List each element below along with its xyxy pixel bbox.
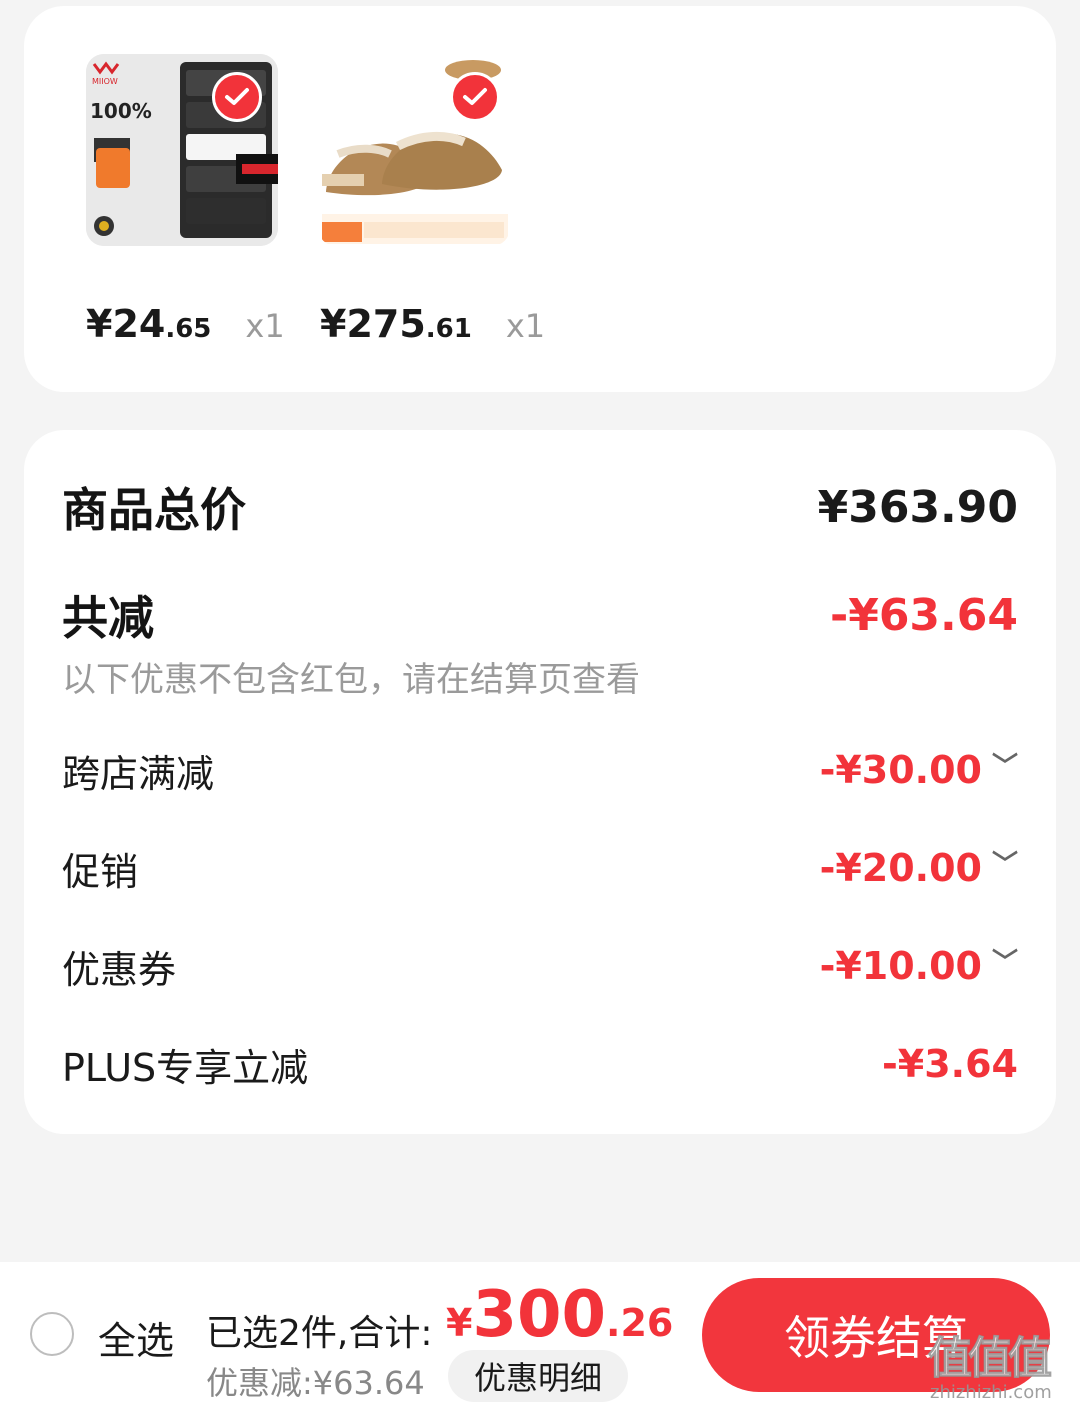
total-currency: ¥ <box>446 1301 473 1345</box>
discount-row-coupon[interactable]: 优惠券 -¥10.00 ﹀ <box>62 938 1018 994</box>
product-price-row: ¥24 .65 x1 <box>86 302 285 346</box>
discount-value: -¥3.64 <box>882 1042 1018 1086</box>
discount-label: PLUS专享立减 <box>62 1045 309 1090</box>
reduction-value: -¥63.64 <box>829 589 1018 641</box>
discount-row-promotion[interactable]: 促销 -¥20.00 ﹀ <box>62 840 1018 896</box>
watermark-url: zhizhizhi.com <box>930 1382 1052 1403</box>
discount-value: -¥10.00 <box>819 944 982 988</box>
total-price-label: 商品总价 <box>62 483 246 537</box>
product-selected-check[interactable] <box>450 72 500 122</box>
discount-total-line: 优惠减:¥63.64 <box>206 1364 425 1402</box>
discount-detail-button[interactable]: 优惠明细 <box>448 1350 628 1402</box>
product-price-row: ¥275 .61 x1 <box>320 302 545 346</box>
discount-note: 以下优惠不包含红包，请在结算页查看 <box>62 660 640 700</box>
product-image-socks[interactable]: MIIOW 100% <box>86 54 278 246</box>
product-selected-check[interactable] <box>212 72 262 122</box>
product-price: ¥24 <box>86 302 166 346</box>
total-price-value: ¥363.90 <box>817 481 1018 533</box>
total-decimal: .26 <box>606 1301 674 1345</box>
checkout-bar: 全选 已选2件,合计: ¥ 300 .26 优惠减:¥63.64 优惠明细 领券… <box>0 1262 1080 1410</box>
discount-value-group: -¥10.00 ﹀ <box>820 944 1018 988</box>
select-all-radio-icon[interactable] <box>30 1312 74 1356</box>
discount-row-cross-store[interactable]: 跨店满减 -¥30.00 ﹀ <box>62 742 1018 798</box>
product-quantity: x1 <box>245 307 285 345</box>
chevron-down-icon[interactable]: ﹀ <box>992 844 1018 881</box>
select-all-label[interactable]: 全选 <box>98 1310 174 1365</box>
total-price-row: 商品总价 ¥363.90 <box>62 476 1018 538</box>
discount-label: 促销 <box>62 849 139 894</box>
chevron-down-icon[interactable]: ﹀ <box>992 942 1018 979</box>
product-image-shoes[interactable] <box>318 54 510 246</box>
svg-text:100%: 100% <box>90 99 152 123</box>
check-icon <box>225 88 249 105</box>
svg-text:MIIOW: MIIOW <box>92 77 118 86</box>
total-integer: 300 <box>472 1278 607 1352</box>
discount-value-group: -¥20.00 ﹀ <box>820 846 1018 890</box>
watermark-logo: 值值值 <box>928 1333 1053 1385</box>
reduction-row: 共减 -¥63.64 <box>62 584 1018 646</box>
product-price-decimal: .65 <box>165 314 212 344</box>
discount-value-group: -¥30.00 ﹀ <box>820 748 1018 792</box>
discount-label: 跨店满减 <box>62 751 215 796</box>
check-icon <box>463 88 487 105</box>
discount-label: 优惠券 <box>62 947 177 992</box>
reduction-label: 共减 <box>62 591 154 645</box>
discount-value: -¥30.00 <box>819 748 982 792</box>
discount-row-plus: PLUS专享立减 -¥3.64 <box>62 1036 1018 1092</box>
cart-total-price: ¥ 300 .26 <box>446 1278 673 1352</box>
chevron-down-icon[interactable]: ﹀ <box>992 746 1018 783</box>
discount-value: -¥20.00 <box>819 846 982 890</box>
price-summary-card: 商品总价 ¥363.90 共减 -¥63.64 以下优惠不包含红包，请在结算页查… <box>24 430 1056 1134</box>
selected-count-label: 已选2件,合计: <box>206 1313 433 1354</box>
cart-products-card: MIIOW 100% ¥24 .65 x1 ¥275 .61 x1 <box>24 6 1056 392</box>
product-quantity: x1 <box>505 307 546 345</box>
product-price-decimal: .61 <box>425 314 472 344</box>
product-price: ¥275 <box>320 302 426 346</box>
